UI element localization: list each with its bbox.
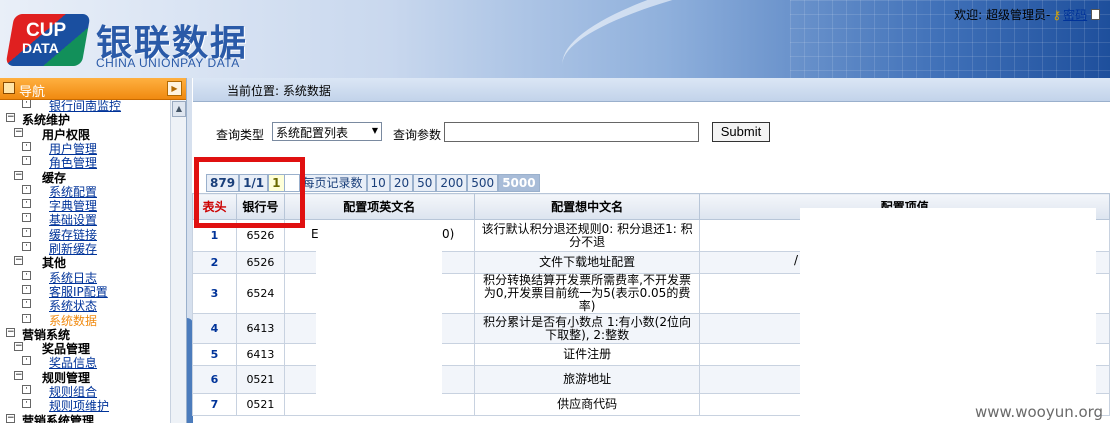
collapse-icon[interactable]: − <box>6 413 15 423</box>
leaf-icon[interactable]: · <box>22 199 31 209</box>
highlight-annotation-box <box>194 157 305 228</box>
en-name-fragment: E <box>311 227 319 241</box>
nav-title: 导航 <box>19 85 46 100</box>
row-index[interactable]: 4 <box>192 313 237 344</box>
pager-size-5000[interactable]: 5000 <box>498 174 540 192</box>
logo-text-cup: CUP <box>26 20 67 41</box>
collapse-icon[interactable]: − <box>14 370 23 380</box>
collapse-icon[interactable]: − <box>14 127 23 137</box>
leaf-icon[interactable]: · <box>22 242 31 251</box>
en-name-fragment: 0) <box>442 227 455 241</box>
leaf-icon[interactable]: · <box>22 213 31 223</box>
watermark: www.wooyun.org <box>975 403 1104 421</box>
row-cn-name: 积分转换结算开发票所需费率,不开发票为0,开发票目前统一为5(表示0.05的费率… <box>473 273 701 314</box>
row-bank-number: 0521 <box>235 393 285 416</box>
password-link[interactable]: 密码 <box>1063 8 1087 22</box>
row-cn-name: 证件注册 <box>473 343 701 366</box>
row-index[interactable]: 6 <box>192 365 237 394</box>
row-bank-number: 0521 <box>235 365 285 394</box>
leaf-icon[interactable]: · <box>22 313 31 323</box>
row-index[interactable]: 7 <box>192 393 237 416</box>
leaf-icon[interactable]: · <box>22 141 31 151</box>
leaf-icon[interactable]: · <box>22 284 31 294</box>
scroll-up-icon[interactable]: ▲ <box>172 101 186 117</box>
nav-item-label[interactable]: 营销系统管理 <box>22 412 94 423</box>
welcome-text: 欢迎: 超级管理员- <box>954 8 1051 22</box>
leaf-icon[interactable]: · <box>22 299 31 309</box>
col-header-en-name[interactable]: 配置项英文名 <box>283 193 475 220</box>
logout-icon[interactable] <box>1091 9 1100 20</box>
row-bank-number: 6524 <box>235 273 285 314</box>
query-param-input[interactable] <box>444 122 699 142</box>
leaf-icon[interactable]: · <box>22 184 31 194</box>
query-type-select[interactable]: 系统配置列表 ▼ <box>272 122 382 141</box>
row-cn-name: 供应商代码 <box>473 393 701 416</box>
breadcrumb: 当前位置: 系统数据 <box>193 78 1110 102</box>
row-cn-name: 该行默认积分退还规则0: 积分退还1: 积分不退 <box>473 219 701 252</box>
leaf-icon[interactable]: · <box>22 227 31 237</box>
pager-size-200[interactable]: 200 <box>436 174 468 192</box>
nav-scrollbar[interactable]: ▲ <box>170 100 186 423</box>
query-param-label: 查询参数 <box>393 128 442 142</box>
row-index[interactable]: 5 <box>192 343 237 366</box>
leaf-icon[interactable]: · <box>22 385 31 394</box>
collapse-icon[interactable]: − <box>14 170 23 180</box>
redacted-region <box>316 226 442 414</box>
leaf-icon[interactable]: · <box>22 399 31 409</box>
leaf-icon[interactable]: · <box>22 100 31 108</box>
pager-size-500[interactable]: 500 <box>467 174 499 192</box>
value-fragment: / <box>794 253 799 267</box>
leaf-icon[interactable]: · <box>22 156 31 166</box>
query-type-value: 系统配置列表 <box>276 126 349 140</box>
submit-button[interactable]: Submit <box>712 122 770 142</box>
col-header-cn-name[interactable]: 配置想中文名 <box>473 193 701 220</box>
collapse-icon[interactable]: − <box>6 113 15 123</box>
row-bank-number: 6526 <box>235 251 285 274</box>
collapse-icon[interactable]: − <box>6 327 15 337</box>
dropdown-arrow-icon: ▼ <box>371 126 378 135</box>
row-cn-name: 文件下载地址配置 <box>473 251 701 274</box>
nav-header: 导航 ▶ <box>0 78 186 100</box>
row-cn-name: 积分累计是否有小数点 1:有小数(2位向下取整), 2:整数 <box>473 313 701 344</box>
nav-tree: · 银行间南监控 − 系统维护 − 用户权限 · 用户管理 · 角色管理 − 缓存 · 系统配置 · 字典管理… <box>0 100 170 423</box>
row-index[interactable]: 2 <box>192 251 237 274</box>
brand-name-en: CHINA UNIONPAY DATA <box>96 56 240 70</box>
collapse-icon[interactable]: − <box>14 256 23 266</box>
nav-collapse-button[interactable]: ▶ <box>167 81 182 96</box>
collapse-icon[interactable]: − <box>14 342 23 352</box>
breadcrumb-text: 当前位置: 系统数据 <box>227 84 331 98</box>
nav-icon <box>3 82 15 94</box>
logo-text-data: DATA <box>22 40 59 56</box>
row-cn-name: 旅游地址 <box>473 365 701 394</box>
redacted-region <box>800 208 1096 423</box>
query-type-label: 查询类型 <box>216 128 265 142</box>
row-bank-number: 6413 <box>235 313 285 344</box>
pager-per-page-label: 每页记录数 <box>298 174 367 192</box>
pager-size-20[interactable]: 20 <box>389 174 414 192</box>
pager-size-50[interactable]: 50 <box>413 174 437 192</box>
pager-size-10[interactable]: 10 <box>366 174 390 192</box>
welcome-bar: 欢迎: 超级管理员- ⚷ 密码 <box>954 6 1100 23</box>
key-icon: ⚷ <box>1052 8 1062 22</box>
leaf-icon[interactable]: · <box>22 356 31 366</box>
leaf-icon[interactable]: · <box>22 270 31 280</box>
row-bank-number: 6413 <box>235 343 285 366</box>
row-index[interactable]: 3 <box>192 273 237 314</box>
